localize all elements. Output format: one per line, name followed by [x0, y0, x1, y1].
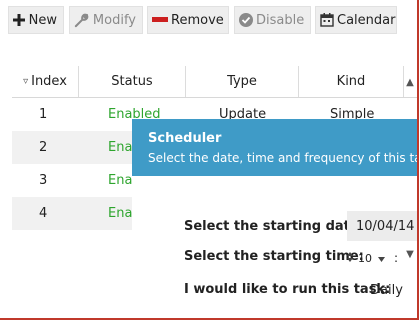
sort-desc-icon: ▿: [23, 76, 29, 87]
modify-button[interactable]: Modify: [69, 6, 143, 34]
modify-button-label: Modify: [92, 12, 136, 28]
disable-button[interactable]: Disable: [234, 6, 311, 34]
table-header: ▿ Index Status Type Kind: [12, 66, 417, 98]
column-header-type-label: Type: [227, 74, 257, 89]
row-status: Ena: [108, 206, 133, 221]
spinner-arrows-icon[interactable]: [347, 251, 353, 265]
table-row[interactable]: 4 Ena: [12, 197, 132, 230]
column-header-kind-label: Kind: [336, 74, 366, 89]
time-separator: :: [394, 251, 399, 265]
remove-button-label: Remove: [171, 12, 224, 28]
row-status: Ena: [108, 173, 133, 188]
check-circle-icon: [239, 12, 253, 28]
row-index: 1: [39, 107, 48, 122]
scroll-down-arrow-icon[interactable]: ▼: [403, 244, 417, 264]
calendar-button-label: Calendar: [337, 12, 396, 28]
row-index: 3: [39, 173, 48, 188]
minus-icon: [152, 12, 168, 28]
start-date-label: Select the starting date:: [184, 219, 364, 234]
run-frequency-label: I would like to run this task:: [184, 282, 391, 297]
start-date-input[interactable]: 10/04/14: [347, 211, 417, 241]
hour-dropdown-icon[interactable]: [378, 252, 385, 265]
new-button[interactable]: New: [8, 6, 64, 34]
row-index: 2: [39, 140, 48, 155]
disable-button-label: Disable: [256, 12, 305, 28]
column-header-status-label: Status: [111, 74, 153, 89]
remove-button[interactable]: Remove: [147, 6, 229, 34]
calendar-icon: [320, 12, 334, 28]
table-row[interactable]: 3 Ena: [12, 164, 132, 197]
calendar-button[interactable]: Calendar: [315, 6, 397, 34]
scheduler-panel: Select the starting date: 10/04/14 Selec…: [132, 176, 417, 318]
scheduler-description: Select the date, time and frequency of t…: [148, 151, 417, 165]
row-status: Ena: [108, 140, 133, 155]
frequency-select[interactable]: Daily: [370, 278, 417, 302]
scheduler-title: Scheduler: [148, 131, 222, 146]
row-index: 4: [39, 206, 48, 221]
scheduler-banner: Scheduler Select the date, time and freq…: [132, 119, 417, 176]
column-header-index-label: Index: [31, 74, 67, 89]
scroll-up-arrow-icon[interactable]: ▲: [403, 66, 417, 98]
column-header-type[interactable]: Type: [186, 66, 298, 97]
new-button-label: New: [28, 12, 57, 28]
start-time-label: Select the starting time:: [184, 249, 364, 264]
wrench-icon: [74, 12, 90, 28]
plus-icon: [13, 12, 26, 28]
toolbar: New Modify Remove Disable Calendar: [0, 0, 417, 40]
column-header-status[interactable]: Status: [79, 66, 185, 97]
table-row[interactable]: 2 Ena: [12, 131, 132, 164]
start-time-hour: 10: [358, 251, 372, 265]
column-header-index[interactable]: ▿ Index: [12, 66, 78, 97]
column-header-kind[interactable]: Kind: [299, 66, 403, 97]
